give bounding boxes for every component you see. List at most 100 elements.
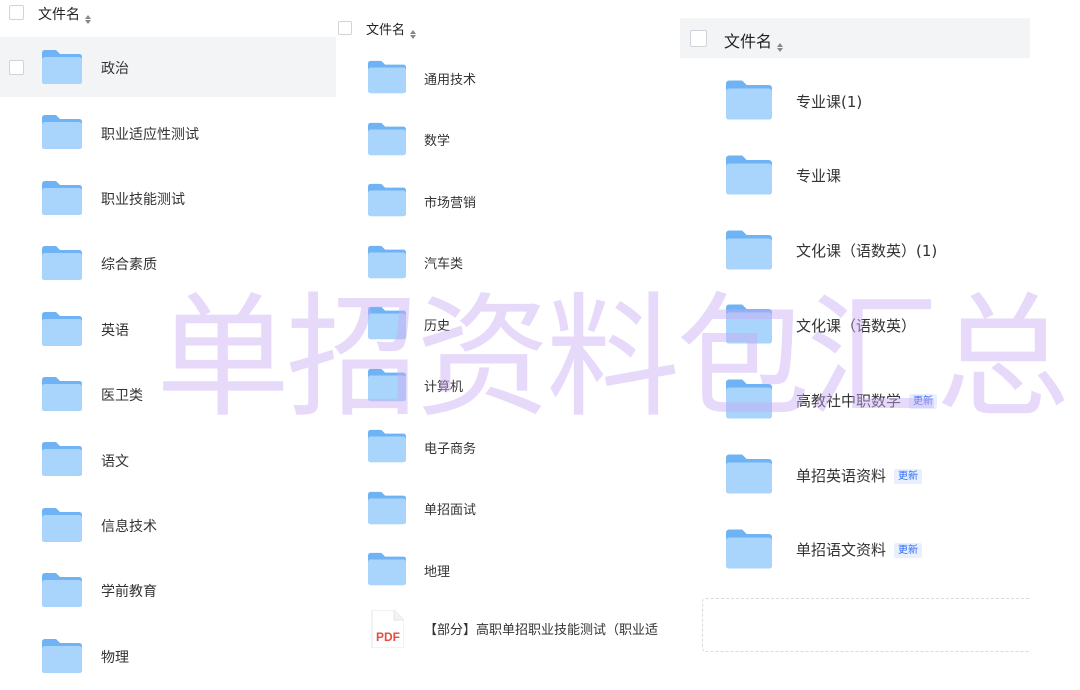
filename-header-label: 文件名 (724, 32, 773, 51)
list-item[interactable]: 信息技术 (0, 495, 340, 555)
list-item[interactable]: 数学 (336, 110, 662, 168)
list-item[interactable]: 语文 (0, 429, 340, 489)
file-name-text: 文化课（语数英）(1) (796, 242, 938, 261)
file-name: 汽车类 (424, 253, 463, 272)
list-header: 文件名 (680, 18, 1030, 58)
folder-icon (726, 379, 772, 419)
file-name: 政治 (101, 58, 129, 78)
folder-icon (42, 246, 82, 281)
list-item[interactable]: 职业技能测试 (0, 168, 340, 228)
file-name: 物理 (101, 647, 129, 667)
list-item[interactable]: 英语 (0, 299, 340, 359)
folder-icon (42, 377, 82, 411)
folder-icon (726, 304, 772, 344)
filename-column-header[interactable]: 文件名 (724, 28, 784, 52)
list-item[interactable]: 单招面试 (336, 479, 662, 537)
sort-icon[interactable] (777, 43, 784, 52)
list-item[interactable]: 计算机 (336, 356, 662, 414)
file-name: 市场营销 (424, 192, 476, 211)
list-item[interactable]: 专业课(1) (680, 64, 1030, 136)
list-item[interactable]: 学前教育 (0, 560, 340, 620)
folder-icon (726, 155, 772, 195)
file-name: 职业技能测试 (101, 189, 185, 209)
list-item[interactable]: 地理 (336, 540, 662, 598)
file-name-text: 语文 (101, 453, 129, 470)
select-all-checkbox[interactable] (338, 21, 352, 35)
file-name: 专业课 (796, 165, 841, 186)
list-item[interactable]: 单招语文资料 更新 (680, 513, 1030, 585)
file-name-text: 医卫类 (101, 388, 143, 405)
upload-drop-area[interactable] (702, 598, 1030, 652)
list-item[interactable]: 汽车类 (336, 233, 662, 291)
folder-icon (726, 230, 772, 270)
folder-icon (42, 573, 82, 608)
list-item[interactable]: 物理 (0, 626, 340, 686)
file-name-text: 信息技术 (101, 519, 157, 536)
file-name-text: 汽车类 (424, 257, 464, 273)
folder-icon (42, 442, 82, 477)
folder-icon (368, 183, 406, 217)
select-all-checkbox[interactable] (9, 5, 24, 20)
file-name-text: 物理 (101, 649, 129, 666)
update-badge: 更新 (894, 543, 923, 559)
folder-icon (726, 454, 772, 494)
file-name-text: 高教社中职数学 (796, 391, 902, 410)
folder-icon (42, 115, 82, 150)
list-item[interactable]: 单招英语资料 更新 (680, 438, 1030, 510)
file-name: 历史 (424, 315, 450, 334)
list-item[interactable]: 文化课（语数英）(1) (680, 214, 1030, 286)
select-all-checkbox[interactable] (690, 30, 707, 47)
file-name: 文化课（语数英） (796, 315, 916, 336)
sort-icon[interactable] (85, 15, 91, 24)
file-name-text: 计算机 (424, 380, 464, 396)
list-item-pdf[interactable]: PDF 【部分】高职单招职业技能测试（职业适 (336, 606, 662, 650)
list-item[interactable]: 电子商务 (336, 417, 662, 475)
filename-column-header[interactable]: 文件名 (366, 19, 417, 39)
list-item[interactable]: 综合素质 (0, 233, 340, 293)
file-name: 职业适应性测试 (101, 124, 199, 144)
folder-icon (368, 491, 406, 524)
file-list-panel-1: 文件名 政治职业适应性测试 职业技能测试 综合素质英语医卫类语文信息技术学前教育物理 (0, 0, 340, 690)
file-name: 【部分】高职单招职业技能测试（职业适 (424, 623, 659, 638)
pdf-icon: PDF (371, 610, 404, 648)
folder-icon (42, 50, 82, 84)
folder-icon (368, 368, 406, 401)
file-name: 文化课（语数英）(1) (796, 240, 937, 261)
list-item[interactable]: 专业课 (680, 139, 1030, 211)
folder-icon (726, 529, 772, 569)
file-list-panel-3: 文件名 专业课(1) 专业课 文化课（语数英）(1) 文化课（语数英） 高教社中职数学更… (680, 18, 1030, 658)
file-name: 单招面试 (424, 499, 476, 518)
list-item[interactable]: 职业适应性测试 (0, 102, 340, 162)
file-name-text: 学前教育 (101, 584, 157, 601)
update-badge: 更新 (909, 393, 938, 409)
file-name-text: 专业课(1) (796, 92, 863, 111)
folder-icon (42, 507, 82, 542)
folder-icon (42, 311, 82, 346)
file-name: 医卫类 (101, 385, 143, 405)
file-name: 地理 (424, 561, 450, 580)
filename-header-label: 文件名 (366, 23, 406, 38)
list-item[interactable]: 历史 (336, 294, 662, 352)
list-item[interactable]: 政治 (0, 37, 340, 97)
folder-icon (42, 180, 82, 215)
sort-icon[interactable] (410, 30, 417, 39)
file-name-text: 单招英语资料 (796, 466, 887, 485)
list-item[interactable]: 高教社中职数学 更新 (680, 363, 1030, 435)
list-item[interactable]: 文化课（语数英） (680, 288, 1030, 360)
folder-icon (368, 245, 406, 278)
file-name-text: 职业适应性测试 (101, 126, 199, 143)
pdf-icon-label: PDF (376, 630, 400, 644)
filename-column-header[interactable]: 文件名 (38, 4, 91, 24)
file-name: 单招语文资料 更新 (796, 539, 923, 560)
file-name: 通用技术 (424, 69, 476, 88)
list-header: 文件名 (0, 0, 340, 28)
file-name: 电子商务 (424, 438, 476, 457)
folder-icon (726, 80, 772, 120)
list-item[interactable]: 医卫类 (0, 364, 340, 424)
row-checkbox[interactable] (9, 59, 24, 75)
list-item[interactable]: 市场营销 (336, 171, 662, 229)
file-name: 学前教育 (101, 581, 157, 601)
file-name-text: 综合素质 (101, 257, 157, 274)
folder-icon (368, 60, 406, 94)
list-item[interactable]: 通用技术 (336, 48, 662, 106)
